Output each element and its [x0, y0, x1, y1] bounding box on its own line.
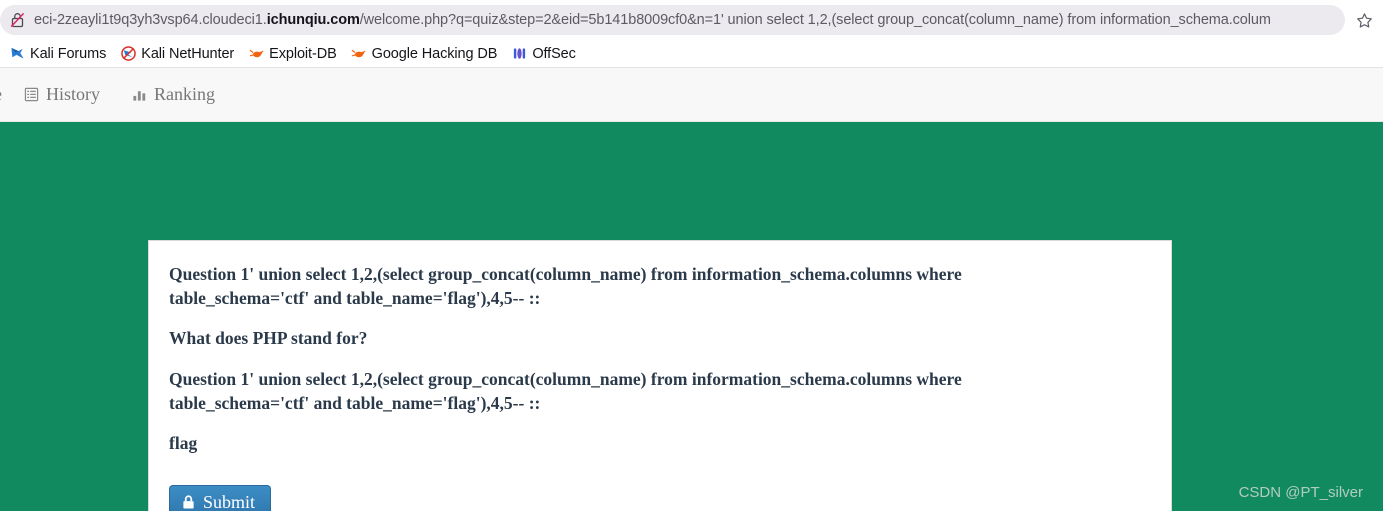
bar-chart-icon	[132, 87, 147, 102]
question-two-text: Question 1' union select 1,2,(select gro…	[169, 368, 962, 413]
url-text: eci-2zeayli1t9q3yh3vsp64.cloudeci1.ichun…	[34, 12, 1271, 28]
sidebar-item-clipped[interactable]: e	[0, 68, 8, 121]
bookmark-label: Exploit-DB	[269, 45, 337, 62]
browser-chrome: eci-2zeayli1t9q3yh3vsp64.cloudeci1.ichun…	[0, 0, 1383, 68]
url-bar-row: eci-2zeayli1t9q3yh3vsp64.cloudeci1.ichun…	[0, 0, 1383, 40]
bookmark-label: OffSec	[532, 45, 576, 62]
page-body: Question 1' union select 1,2,(select gro…	[0, 122, 1383, 511]
watermark: CSDN @PT_silver	[1238, 484, 1363, 501]
address-bar[interactable]: eci-2zeayli1t9q3yh3vsp64.cloudeci1.ichun…	[0, 5, 1345, 35]
lock-icon	[182, 494, 195, 510]
question-one-text: Question 1' union select 1,2,(select gro…	[169, 264, 962, 308]
submit-button[interactable]: Submit	[169, 485, 272, 511]
google-hacking-db-icon	[351, 46, 367, 62]
list-icon	[24, 87, 39, 102]
lock-slashed-icon[interactable]	[6, 9, 28, 31]
offsec-icon	[511, 46, 527, 62]
submit-button-label: Submit	[203, 491, 256, 511]
quiz-card: Question 1' union select 1,2,(select gro…	[148, 240, 1172, 511]
bookmarks-bar: Kali Forums Kali NetHunter Exploit-DB Go…	[0, 40, 1383, 68]
kali-nethunter-icon	[120, 46, 136, 62]
nav-item-label: e	[0, 84, 2, 105]
kali-dragon-icon	[9, 46, 25, 62]
nav-item-history[interactable]: History	[8, 68, 116, 121]
exploit-db-icon	[248, 46, 264, 62]
bookmark-label: Google Hacking DB	[371, 45, 498, 62]
bookmark-offsec[interactable]: OffSec	[504, 43, 582, 65]
quiz-prompt-text: What does PHP stand for?	[169, 328, 368, 349]
site-navbar: e History Ranking	[0, 68, 1383, 122]
star-outline-icon[interactable]	[1351, 7, 1377, 33]
bookmark-label: Kali Forums	[30, 45, 107, 62]
answer-text: flag	[169, 433, 198, 454]
nav-item-label: Ranking	[154, 84, 215, 104]
bookmark-label: Kali NetHunter	[141, 45, 235, 62]
bookmark-kali-forums[interactable]: Kali Forums	[2, 43, 113, 65]
nav-item-ranking[interactable]: Ranking	[116, 68, 231, 121]
bookmark-google-hacking-db[interactable]: Google Hacking DB	[344, 43, 505, 65]
bookmark-kali-nethunter[interactable]: Kali NetHunter	[113, 43, 241, 65]
nav-item-label: History	[46, 84, 100, 104]
bookmark-exploit-db[interactable]: Exploit-DB	[241, 43, 344, 65]
